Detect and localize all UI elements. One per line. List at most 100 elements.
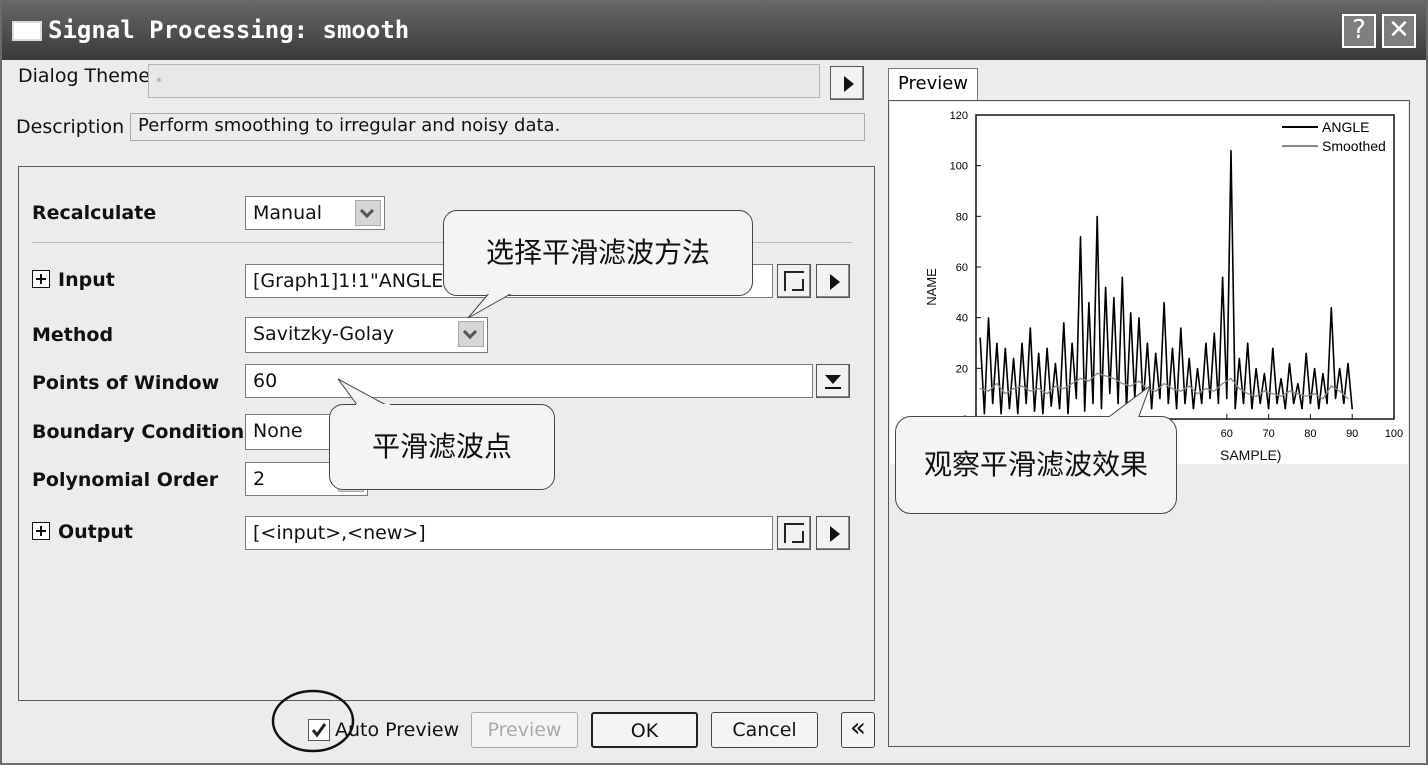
chevron-down-icon [359,203,375,219]
tab-preview[interactable]: Preview [888,68,978,100]
data-point-angle [1121,276,1123,278]
data-point-angle [1251,408,1253,410]
data-point-smoothed [1297,393,1299,395]
method-value: Savitzky-Golay [253,323,394,345]
description-label: Description [16,116,125,138]
callout-preview: 观察平滑滤波效果 [895,416,1177,514]
data-point-angle [1155,352,1157,354]
input-picker-button[interactable] [777,264,811,298]
data-point-smoothed [1013,388,1015,390]
points-of-window-label: Points of Window [32,372,220,394]
callout-method: 选择平滑滤波方法 [443,210,753,296]
data-point-angle [1042,413,1044,415]
arrow-down-icon [825,375,841,389]
data-point-smoothed [1280,395,1282,397]
data-point-smoothed [1021,385,1023,387]
data-point-angle [1255,367,1257,369]
data-point-angle [1084,410,1086,412]
method-combo[interactable]: Savitzky-Golay [245,317,488,353]
data-point-smoothed [1104,375,1107,377]
data-point-angle [1293,403,1295,405]
data-point-smoothed [1263,390,1266,392]
data-point-angle [1222,276,1224,278]
data-point-angle [1242,403,1245,405]
x-tick-label: 70 [1262,428,1274,440]
signal-processing-dialog: Signal Processing: smooth ? ✕ Dialog The… [0,0,1428,765]
ok-button[interactable]: OK [591,712,698,748]
dialog-theme-field[interactable]: * [148,64,820,98]
data-point-smoothed [1230,377,1232,380]
data-point-angle [1205,342,1207,344]
close-button[interactable]: ✕ [1382,14,1416,48]
data-point-angle [1334,398,1337,400]
data-point-angle [1054,362,1057,364]
data-point-smoothed [1029,390,1031,392]
y-tick-label: 80 [956,211,968,223]
points-of-window-field[interactable]: 60 [245,364,813,398]
output-field[interactable]: [<input>,<new>] [245,516,773,550]
data-point-angle [1075,398,1077,400]
x-tick-label: 90 [1346,428,1358,440]
y-tick-label: 100 [950,161,968,173]
data-point-smoothed [1247,393,1249,395]
x-axis-label: SAMPLE) [1220,447,1281,463]
data-point-smoothed [1054,385,1057,387]
preview-button[interactable]: Preview [471,712,578,748]
data-point-angle [1017,413,1019,415]
data-point-angle [1276,403,1278,405]
recalculate-combo[interactable]: Manual [245,196,385,230]
arrow-right-icon [843,76,854,92]
data-point-angle [1104,286,1107,288]
data-point-angle [1033,410,1036,412]
data-point-smoothed [1330,385,1332,387]
data-point-angle [1201,403,1203,405]
expand-output-icon[interactable] [32,522,50,540]
data-point-angle [1226,398,1228,400]
data-point-smoothed [1038,388,1040,390]
callout-preview-tail [1104,384,1152,421]
data-point-smoothed [979,388,981,390]
method-dropdown-button[interactable] [458,321,484,347]
help-button[interactable]: ? [1342,14,1376,48]
data-point-angle [1130,312,1132,314]
y-axis-label: NAME [924,268,939,306]
data-point-angle [1067,413,1069,415]
data-point-smoothed [1088,380,1090,382]
data-point-angle [1176,408,1178,410]
data-point-smoothed [1313,393,1316,395]
output-label-row[interactable]: Output [32,521,133,543]
recalculate-label: Recalculate [32,202,157,224]
output-menu-button[interactable] [816,516,850,550]
data-point-smoothed [1071,382,1073,385]
input-label-row[interactable]: Input [32,269,115,291]
data-point-angle [1268,408,1270,410]
data-point-smoothed [1163,382,1165,385]
legend-label-smoothed: Smoothed [1322,138,1386,154]
data-point-angle [1305,352,1307,354]
title-bar[interactable]: Signal Processing: smooth ? ✕ [2,2,1426,60]
data-point-smoothed [1138,380,1140,382]
data-point-angle [1163,301,1165,304]
data-point-smoothed [1222,382,1224,385]
callout-points: 平滑滤波点 [329,404,555,490]
data-point-angle [1280,377,1282,380]
input-menu-button[interactable] [816,264,850,298]
recalculate-dropdown-button[interactable] [355,200,381,226]
data-point-smoothed [1272,393,1274,395]
data-point-smoothed [1347,398,1349,400]
data-point-smoothed [1322,398,1324,400]
dialog-theme-menu-button[interactable] [830,66,864,100]
legend-label-angle: ANGLE [1322,119,1369,135]
points-of-window-dropdown-button[interactable] [816,364,850,398]
data-point-angle [1046,347,1048,349]
data-point-angle [1050,405,1052,407]
collapse-panel-button[interactable]: « [841,712,875,748]
data-point-smoothed [1339,390,1341,392]
cancel-button[interactable]: Cancel [711,712,818,748]
output-picker-button[interactable] [777,516,811,550]
data-point-angle [1217,403,1220,405]
window-icon [12,21,42,41]
callout-method-tail [467,291,516,319]
expand-input-icon[interactable] [32,270,50,288]
data-point-angle [1146,342,1148,344]
